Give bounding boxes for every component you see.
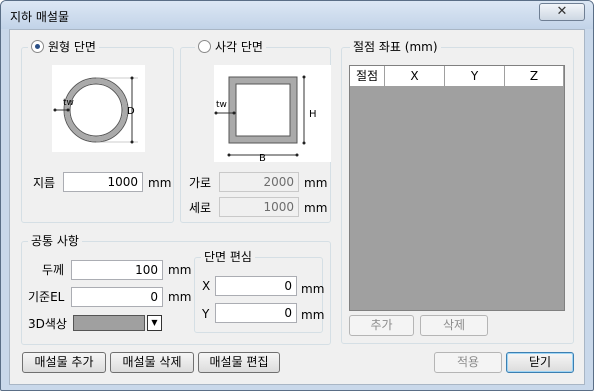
- offset-x-label: X: [202, 279, 211, 293]
- offset-x-unit: mm: [301, 282, 325, 296]
- delete-pipe-button[interactable]: 매설물 삭제: [110, 352, 194, 373]
- circle-section-group: 원형 단면 tw D 지름 1000 mm: [21, 40, 174, 223]
- add-node-button[interactable]: 추가: [349, 315, 414, 336]
- base-el-label: 기준EL: [28, 290, 65, 304]
- base-el-input[interactable]: 0: [71, 287, 163, 307]
- offset-y-unit: mm: [301, 308, 325, 322]
- rect-width-unit: mm: [304, 176, 328, 190]
- circle-section-radio-icon[interactable]: [31, 40, 44, 53]
- offset-y-input[interactable]: 0: [215, 303, 297, 323]
- thickness-unit: mm: [168, 263, 192, 277]
- close-button[interactable]: 닫기: [506, 352, 574, 373]
- rect-section-label: 사각 단면: [215, 40, 263, 54]
- rect-width-input[interactable]: 2000: [219, 172, 299, 192]
- circle-tw-label: tw: [63, 98, 74, 108]
- rect-pipe-drawing: tw H B: [214, 75, 317, 164]
- circle-section-label: 원형 단면: [48, 40, 96, 54]
- node-coordinates-group: 절점 좌표 (mm) 절점 X Y Z 추가 삭제: [341, 40, 574, 344]
- thickness-label: 두께: [42, 263, 65, 277]
- color-label: 3D색상: [28, 317, 67, 331]
- rect-section-radio[interactable]: 사각 단면: [195, 40, 266, 54]
- base-el-unit: mm: [168, 290, 192, 304]
- grid-header-z[interactable]: Z: [505, 66, 564, 87]
- rect-section-group: 사각 단면 tw H B 가로 2000 mm 세로 1000 mm: [180, 40, 331, 223]
- section-offset-group: 단면 편심 X 0 mm Y 0 mm: [194, 250, 325, 333]
- rect-height-input[interactable]: 1000: [219, 197, 299, 217]
- circle-section-radio[interactable]: 원형 단면: [28, 40, 99, 54]
- grid-header-row: 절점 X Y Z: [350, 66, 564, 87]
- rect-width-label: 가로: [189, 176, 212, 190]
- dialog-window: 지하 매설물 ✕ 원형 단면 tw D 지름 1000 mm 사각 단면 tw …: [0, 0, 594, 391]
- rect-b-label: B: [259, 153, 266, 162]
- rect-section-diagram: tw H B: [214, 65, 331, 164]
- common-settings-legend: 공통 사항: [28, 234, 82, 248]
- rect-height-unit: mm: [304, 201, 328, 215]
- color-dropdown-button[interactable]: ▼: [147, 315, 162, 331]
- color-swatch[interactable]: [73, 315, 145, 331]
- node-coordinates-grid[interactable]: 절점 X Y Z: [349, 65, 565, 311]
- edit-pipe-button[interactable]: 매설물 편집: [198, 352, 280, 373]
- rect-tw-label: tw: [216, 100, 227, 110]
- apply-button[interactable]: 적용: [434, 352, 502, 373]
- circle-d-label: D: [127, 106, 135, 117]
- rect-height-label: 세로: [189, 201, 212, 215]
- section-offset-legend: 단면 편심: [201, 250, 255, 264]
- diameter-input[interactable]: 1000: [63, 172, 143, 192]
- thickness-input[interactable]: 100: [71, 260, 163, 280]
- window-title: 지하 매설물: [10, 10, 70, 24]
- grid-header-y[interactable]: Y: [445, 66, 505, 87]
- circle-section-diagram: tw D: [52, 65, 145, 152]
- window-close-button[interactable]: ✕: [539, 3, 585, 21]
- delete-node-button[interactable]: 삭제: [420, 315, 488, 336]
- circle-pipe-drawing: tw D: [53, 76, 138, 144]
- dialog-client-area: 원형 단면 tw D 지름 1000 mm 사각 단면 tw H B 가로 20…: [9, 29, 585, 385]
- add-pipe-button[interactable]: 매설물 추가: [22, 352, 106, 373]
- node-coordinates-legend: 절점 좌표 (mm): [350, 40, 441, 54]
- rect-section-radio-icon[interactable]: [198, 40, 211, 53]
- offset-y-label: Y: [202, 307, 210, 321]
- rect-h-label: H: [309, 109, 317, 120]
- title-bar[interactable]: 지하 매설물 ✕: [1, 1, 593, 29]
- diameter-label: 지름: [33, 176, 56, 190]
- grid-header-x[interactable]: X: [385, 66, 445, 87]
- offset-x-input[interactable]: 0: [215, 276, 297, 296]
- grid-header-node[interactable]: 절점: [350, 66, 385, 87]
- diameter-unit: mm: [148, 176, 172, 190]
